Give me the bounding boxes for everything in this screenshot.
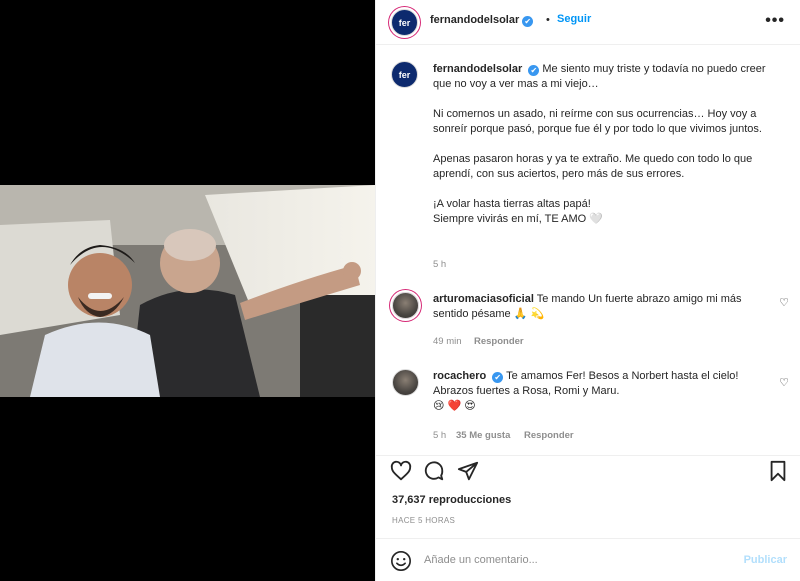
comment-like-icon[interactable]: ♡ [779,376,789,389]
author-avatar[interactable]: fer [391,9,418,36]
reply-label: Responder [524,430,574,441]
caption-paragraph: Apenas pasaron horas y ya te extraño. Me… [433,153,753,180]
comment: rocachero ✔ Te amamos Fer! Besos a Norbe… [433,369,763,414]
share-icon[interactable] [457,460,479,482]
post-sidebar: fer fernandodelsolar ✔ • Seguir ••• fer f… [375,0,800,581]
verified-icon: ✔ [522,16,534,27]
post-time[interactable]: HACE 5 HORAS [392,516,455,525]
commenter-username[interactable]: rocachero [433,370,486,382]
avatar-text: fer [398,17,411,28]
publish-button[interactable]: Publicar [744,554,787,566]
comment-icon[interactable] [423,460,445,482]
bookmark-icon[interactable] [767,460,789,482]
comment: arturomaciasoficial Te mando Un fuerte a… [433,292,763,322]
commenter-username[interactable]: arturomaciasoficial [433,293,534,305]
caption-age[interactable]: 5 h [433,259,446,270]
video-frame-illustration [0,185,375,397]
media-panel [0,0,375,581]
header-separator: • [546,14,550,26]
post-video[interactable] [0,185,375,397]
caption-paragraph: ¡A volar hasta tierras altas papá! Siemp… [433,198,603,225]
commenter-avatar[interactable] [392,292,419,319]
username-text: fernandodelsolar [430,14,520,26]
comment-likes[interactable]: 35 Me gusta [456,430,510,441]
author-username[interactable]: fernandodelsolar ✔ [430,14,534,27]
caption-username[interactable]: fernandodelsolar [433,63,522,75]
comment-like-icon[interactable]: ♡ [779,296,789,309]
comments-feed[interactable]: fer fernandodelsolar ✔ Me siento muy tri… [376,45,800,455]
follow-button[interactable]: Seguir [557,13,591,25]
action-bar: 37,637 reproducciones HACE 5 HORAS [376,455,800,538]
verified-icon: ✔ [528,65,540,76]
likes-label: 35 Me gusta [456,430,511,441]
caption-paragraph: fernandodelsolar ✔ Me siento muy triste … [433,62,771,92]
instagram-post-modal: fer fernandodelsolar ✔ • Seguir ••• fer f… [0,0,800,581]
comment-age[interactable]: 5 h [433,430,446,441]
reply-button[interactable]: Responder [524,430,574,441]
emoji-icon[interactable] [390,550,412,572]
reply-button[interactable]: Responder [474,336,524,347]
heart-icon[interactable] [390,460,412,482]
comment-emojis: 😢 ❤️ 😍 [433,400,476,412]
caption-avatar[interactable]: fer [391,61,418,88]
commenter-avatar[interactable] [392,369,419,396]
comment-composer: Publicar [376,538,800,581]
post-caption: fernandodelsolar ✔ Me siento muy triste … [433,62,771,227]
post-header: fer fernandodelsolar ✔ • Seguir ••• [376,0,800,45]
comment-age[interactable]: 49 min [433,336,462,347]
reply-label: Responder [474,336,524,347]
avatar-text: fer [398,69,411,80]
caption-paragraph: Ni comernos un asado, ni reírme con sus … [433,108,762,135]
more-icon[interactable]: ••• [765,12,785,30]
verified-icon: ✔ [492,372,504,383]
comment-input[interactable] [424,551,724,569]
views-count[interactable]: 37,637 reproducciones [392,494,511,506]
